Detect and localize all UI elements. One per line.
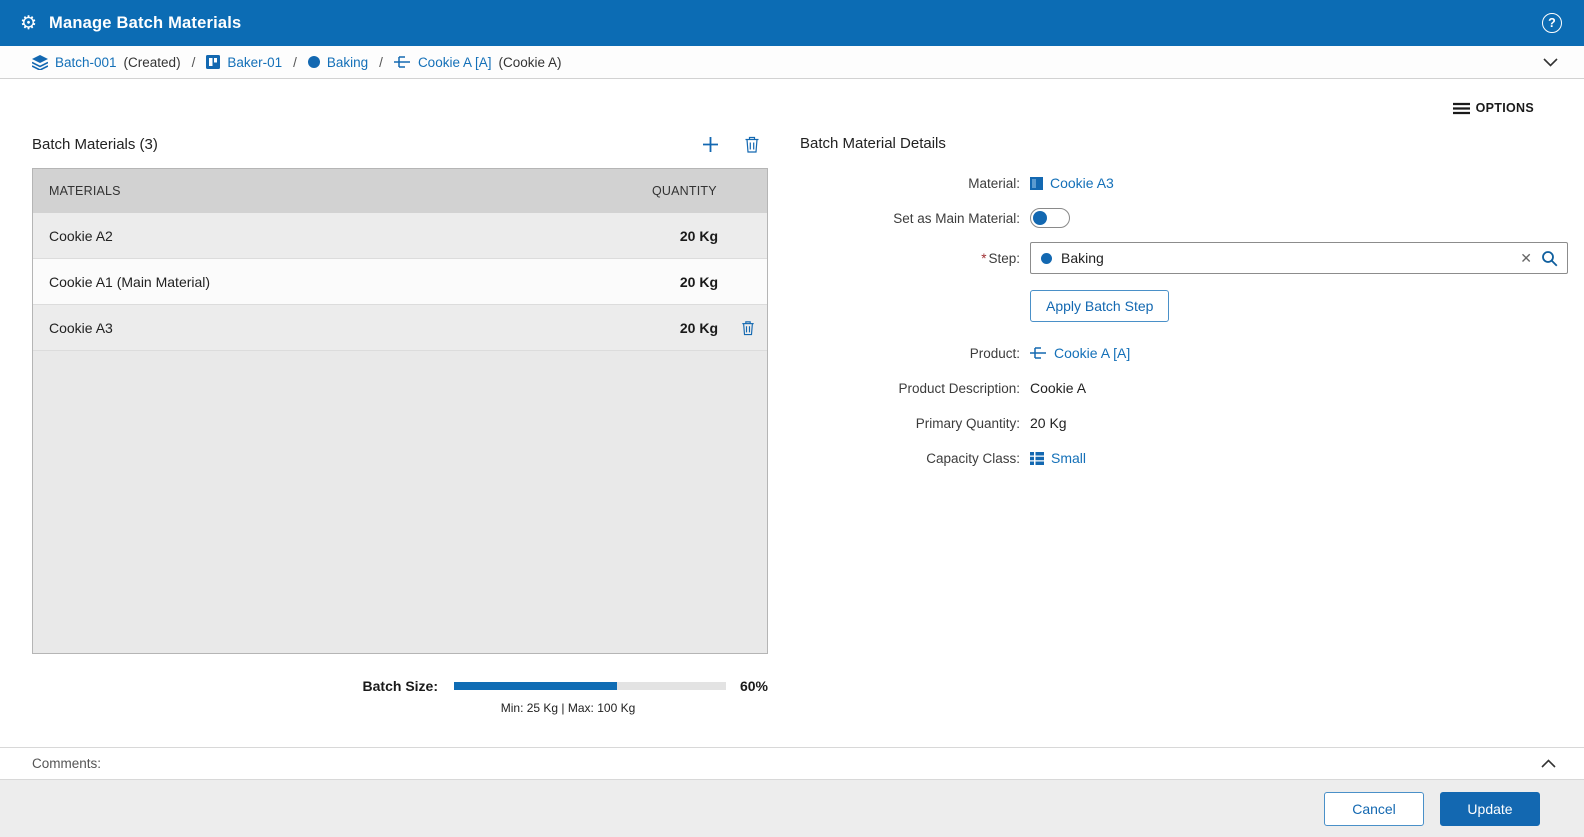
gear-icon: ⚙ bbox=[20, 14, 37, 33]
column-header-materials: MATERIALS bbox=[33, 184, 652, 198]
options-icon bbox=[1453, 102, 1470, 115]
material-label: Material: bbox=[800, 176, 1020, 191]
add-material-button[interactable] bbox=[701, 135, 720, 154]
comments-label: Comments: bbox=[32, 756, 101, 771]
product-link[interactable]: Cookie A [A] bbox=[1054, 345, 1130, 361]
breadcrumb-link-product[interactable]: Cookie A [A] bbox=[418, 55, 492, 70]
comments-bar[interactable]: Comments: bbox=[0, 747, 1584, 780]
capacity-class-icon bbox=[1030, 452, 1044, 465]
trash-icon bbox=[744, 136, 760, 153]
batch-size-fill bbox=[454, 682, 617, 690]
batch-material-details-panel: Batch Material Details Material: Cookie … bbox=[768, 123, 1584, 715]
table-row[interactable]: Cookie A2 20 Kg bbox=[33, 213, 767, 259]
footer-bar: Cancel Update bbox=[0, 780, 1584, 837]
equipment-icon bbox=[206, 55, 220, 69]
apply-batch-step-button[interactable]: Apply Batch Step bbox=[1030, 290, 1169, 322]
options-button[interactable]: OPTIONS bbox=[1453, 101, 1534, 115]
batch-size-progressbar bbox=[454, 682, 726, 690]
main-material-toggle[interactable] bbox=[1030, 208, 1070, 228]
plus-icon bbox=[701, 135, 720, 154]
materials-panel-title: Batch Materials (3) bbox=[32, 136, 158, 153]
step-input[interactable] bbox=[1061, 250, 1511, 266]
product-icon bbox=[394, 55, 411, 69]
delete-material-button[interactable] bbox=[744, 136, 760, 153]
breadcrumb-separator: / bbox=[192, 55, 196, 70]
product-description-row: Product Description: Cookie A bbox=[800, 377, 1568, 399]
breadcrumb-suffix-product: (Cookie A) bbox=[498, 55, 561, 70]
page-title: Manage Batch Materials bbox=[49, 14, 241, 33]
breadcrumb-link-step[interactable]: Baking bbox=[327, 55, 368, 70]
update-button[interactable]: Update bbox=[1440, 792, 1540, 826]
step-combobox[interactable]: ✕ bbox=[1030, 242, 1568, 274]
capacity-class-label: Capacity Class: bbox=[800, 451, 1020, 466]
comments-collapse-chevron-up-icon[interactable] bbox=[1537, 755, 1560, 772]
quantity-cell: 20 Kg bbox=[652, 274, 767, 290]
product-field-row: Product: Cookie A [A] bbox=[800, 342, 1568, 364]
product-description-label: Product Description: bbox=[800, 381, 1020, 396]
step-label-text: Step: bbox=[988, 251, 1020, 266]
breadcrumb-item-batch: Batch-001 (Created) bbox=[32, 55, 181, 70]
table-body: Cookie A2 20 Kg Cookie A1 (Main Material… bbox=[33, 213, 767, 653]
row-delete-icon[interactable] bbox=[741, 320, 755, 336]
breadcrumb-link-equipment[interactable]: Baker-01 bbox=[227, 55, 282, 70]
step-label: *Step: bbox=[800, 251, 1020, 266]
required-marker: * bbox=[981, 251, 986, 266]
batch-layers-icon bbox=[32, 55, 48, 70]
table-row[interactable]: Cookie A1 (Main Material) 20 Kg bbox=[33, 259, 767, 305]
quantity-cell: 20 Kg bbox=[652, 228, 767, 244]
breadcrumb-item-product: Cookie A [A] (Cookie A) bbox=[394, 55, 562, 70]
options-row: OPTIONS bbox=[0, 79, 1584, 115]
step-type-icon bbox=[1041, 253, 1052, 264]
app-header: ⚙ Manage Batch Materials ? bbox=[0, 0, 1584, 46]
batch-size-range: Min: 25 Kg | Max: 100 Kg bbox=[432, 701, 704, 715]
batch-size-percent: 60% bbox=[726, 678, 768, 694]
material-name-cell: Cookie A1 (Main Material) bbox=[33, 274, 652, 290]
column-header-quantity: QUANTITY bbox=[652, 184, 767, 198]
materials-panel-header: Batch Materials (3) bbox=[32, 135, 768, 154]
breadcrumb: Batch-001 (Created) / Baker-01 / Baking … bbox=[0, 46, 1584, 79]
batch-size-row: Batch Size: 60% bbox=[32, 678, 768, 694]
material-icon bbox=[1030, 177, 1043, 190]
breadcrumb-expand-chevron-down-icon[interactable] bbox=[1539, 54, 1562, 71]
capacity-class-link[interactable]: Small bbox=[1051, 450, 1086, 466]
breadcrumb-suffix-batch: (Created) bbox=[124, 55, 181, 70]
apply-step-row: Apply Batch Step bbox=[800, 290, 1568, 322]
search-step-icon[interactable] bbox=[1541, 250, 1558, 267]
toggle-knob bbox=[1033, 211, 1047, 225]
material-name-cell: Cookie A3 bbox=[33, 320, 652, 336]
breadcrumb-separator: / bbox=[293, 55, 297, 70]
breadcrumb-separator: / bbox=[379, 55, 383, 70]
batch-materials-panel: Batch Materials (3) bbox=[32, 123, 768, 715]
step-icon bbox=[308, 56, 320, 68]
content-columns: Batch Materials (3) bbox=[0, 123, 1584, 715]
manage-batch-materials-page: ⚙ Manage Batch Materials ? Batch-001 (Cr… bbox=[0, 0, 1584, 837]
primary-quantity-value: 20 Kg bbox=[1030, 415, 1067, 431]
capacity-class-row: Capacity Class: Small bbox=[800, 447, 1568, 469]
clear-step-icon[interactable]: ✕ bbox=[1520, 251, 1532, 265]
product-icon bbox=[1030, 346, 1047, 360]
primary-quantity-label: Primary Quantity: bbox=[800, 416, 1020, 431]
table-header-row: MATERIALS QUANTITY bbox=[33, 169, 767, 213]
breadcrumb-item-step: Baking bbox=[308, 55, 368, 70]
table-row[interactable]: Cookie A3 20 Kg bbox=[33, 305, 767, 351]
batch-materials-table: MATERIALS QUANTITY Cookie A2 20 Kg Coo bbox=[32, 168, 768, 654]
material-name-cell: Cookie A2 bbox=[33, 228, 652, 244]
help-icon[interactable]: ? bbox=[1542, 13, 1562, 33]
details-panel-title: Batch Material Details bbox=[800, 135, 1568, 152]
main-material-label: Set as Main Material: bbox=[800, 211, 1020, 226]
material-field-row: Material: Cookie A3 bbox=[800, 172, 1568, 194]
breadcrumb-item-equipment: Baker-01 bbox=[206, 55, 282, 70]
primary-quantity-row: Primary Quantity: 20 Kg bbox=[800, 412, 1568, 434]
cancel-button[interactable]: Cancel bbox=[1324, 792, 1424, 826]
material-link[interactable]: Cookie A3 bbox=[1050, 175, 1114, 191]
batch-size-label: Batch Size: bbox=[363, 678, 438, 694]
product-description-value: Cookie A bbox=[1030, 380, 1086, 396]
materials-panel-actions bbox=[701, 135, 768, 154]
main-material-field-row: Set as Main Material: bbox=[800, 207, 1568, 229]
step-field-row: *Step: ✕ bbox=[800, 242, 1568, 274]
product-label: Product: bbox=[800, 346, 1020, 361]
breadcrumb-link-batch[interactable]: Batch-001 bbox=[55, 55, 117, 70]
main-content: OPTIONS Batch Materials (3) bbox=[0, 79, 1584, 747]
options-label: OPTIONS bbox=[1476, 101, 1534, 115]
